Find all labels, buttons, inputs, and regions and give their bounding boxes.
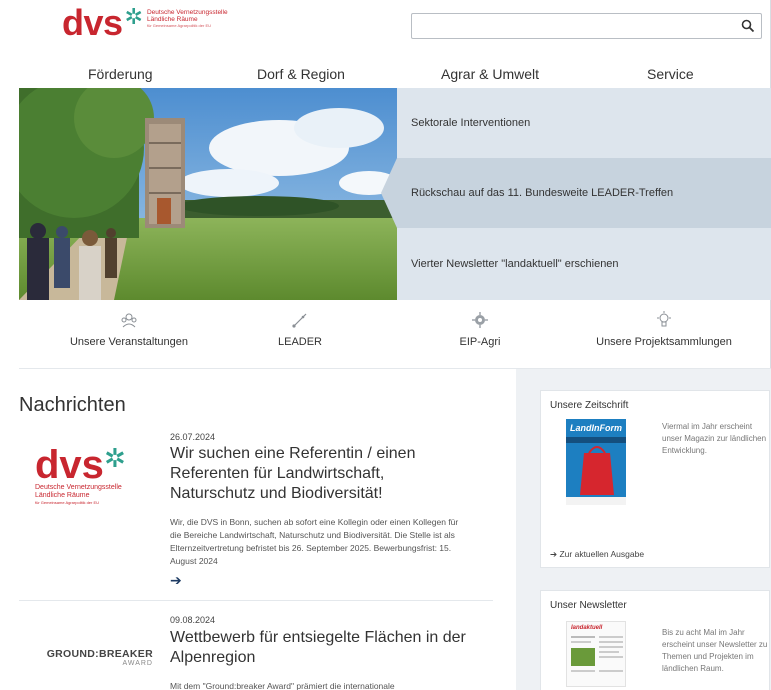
newsletter-cover-art: [571, 636, 623, 672]
events-icon: [121, 313, 137, 328]
project-collection-icon: [657, 311, 671, 327]
news-title-link[interactable]: Wir suchen eine Referentin / einen Refer…: [170, 444, 470, 504]
magazine-box-title: Unsere Zeitschrift: [550, 400, 629, 411]
hero-image[interactable]: [19, 88, 397, 300]
thumb-line-1: Deutsche Vernetzungsstelle: [35, 484, 122, 491]
quicklink-label: EIP-Agri: [459, 336, 501, 348]
news-date: 26.07.2024: [170, 432, 216, 442]
magazine-box: Unsere Zeitschrift LandInForm Viermal im…: [540, 390, 770, 568]
groundbreaker-award-text: AWARD: [122, 660, 153, 667]
quicklink-label: LEADER: [277, 336, 323, 348]
groundbreaker-logo-text: GROUND:BREAKER: [46, 648, 153, 660]
logo-line-3: für Gemeinsame Agrarpolitik der EU: [146, 23, 212, 28]
quicklink-leader[interactable]: LEADER: [270, 310, 330, 348]
logo-star-icon: ✲: [124, 4, 143, 29]
thumb-star-icon: ✲: [103, 443, 126, 473]
nav-foerderung[interactable]: Förderung: [88, 66, 153, 82]
news-section-title: Nachrichten: [19, 394, 126, 416]
newsletter-box-title: Unser Newsletter: [550, 600, 627, 611]
hero-teaser-label: Vierter Newsletter "landaktuell" erschie…: [411, 258, 619, 270]
newsletter-box: Unser Newsletter landaktuell Bis zu acht…: [540, 590, 770, 690]
logo-line-1: Deutsche Vernetzungsstelle: [146, 9, 228, 16]
news-teaser-text: Wir, die DVS in Bonn, suchen ab sofort e…: [170, 517, 459, 566]
search-icon[interactable]: [741, 19, 755, 33]
active-indicator-arrow: [381, 158, 397, 228]
search-box: [411, 13, 762, 39]
news-thumbnail-groundbreaker[interactable]: GROUND:BREAKER AWARD: [35, 648, 153, 667]
quicklink-eip-agri[interactable]: EIP-Agri: [450, 310, 510, 348]
news-thumbnail-dvs-logo[interactable]: dvs✲ Deutsche Vernetzungsstelle Ländlich…: [35, 443, 175, 506]
newsletter-description: Bis zu acht Mal im Jahr erscheint unser …: [662, 628, 768, 673]
hero-teaser-list: Sektorale Interventionen Rückschau auf d…: [381, 88, 771, 300]
hero-teaser-label: Sektorale Interventionen: [411, 117, 531, 129]
quicklink-label: Unsere Projektsammlungen: [596, 336, 732, 348]
news-separator: [19, 600, 493, 601]
nav-agrar-umwelt[interactable]: Agrar & Umwelt: [441, 66, 539, 82]
news-title-link[interactable]: Wettbewerb für entsiegelte Flächen in de…: [170, 628, 470, 668]
quicklink-projektsammlungen[interactable]: Unsere Projektsammlungen: [584, 310, 744, 348]
quicklink-label: Unsere Veranstaltungen: [69, 336, 189, 348]
logo-text: Deutsche Vernetzungsstelle Ländliche Räu…: [147, 9, 228, 29]
quicklink-veranstaltungen[interactable]: Unsere Veranstaltungen: [62, 310, 196, 348]
hero-teaser-1[interactable]: Sektorale Interventionen: [397, 88, 771, 158]
news-date: 09.08.2024: [170, 615, 216, 625]
search-input[interactable]: [412, 14, 732, 38]
leader-icon: [292, 313, 307, 328]
hero-teaser-2[interactable]: Rückschau auf das 11. Bundesweite LEADER…: [381, 158, 771, 228]
main-navigation: Förderung Dorf & Region Agrar & Umwelt S…: [0, 60, 771, 88]
thumb-line-3: für Gemeinsame Agrarpolitik der EU: [35, 500, 100, 505]
hero-teaser-3[interactable]: Vierter Newsletter "landaktuell" erschie…: [397, 228, 771, 300]
news-teaser-text: Mit dem "Ground:breaker Award" prämiert …: [170, 681, 395, 690]
magazine-current-issue-link[interactable]: ➔ Zur aktuellen Ausgabe: [550, 549, 644, 560]
logo-line-2: Ländliche Räume: [146, 16, 198, 23]
thumb-line-2: Ländliche Räume: [35, 492, 90, 499]
magazine-cover-art: [566, 437, 626, 505]
thumb-wordmark: dvs: [35, 443, 104, 487]
newsletter-cover-image[interactable]: landaktuell: [566, 621, 626, 687]
nav-service[interactable]: Service: [647, 66, 694, 82]
magazine-cover-image[interactable]: LandInForm: [566, 419, 626, 505]
magazine-description: Viermal im Jahr erscheint unser Magazin …: [662, 422, 767, 455]
news-more-arrow-icon[interactable]: ➔: [170, 572, 182, 589]
nav-dorf-region[interactable]: Dorf & Region: [257, 66, 345, 82]
hero-teaser-label: Rückschau auf das 11. Bundesweite LEADER…: [411, 187, 674, 199]
site-logo[interactable]: dvs ✲ Deutsche Vernetzungsstelle Ländlic…: [62, 2, 228, 43]
hero-landscape-illustration: [19, 88, 397, 300]
logo-wordmark: dvs: [62, 2, 123, 43]
eip-agri-icon: [472, 312, 488, 328]
page: dvs ✲ Deutsche Vernetzungsstelle Ländlic…: [0, 0, 771, 690]
